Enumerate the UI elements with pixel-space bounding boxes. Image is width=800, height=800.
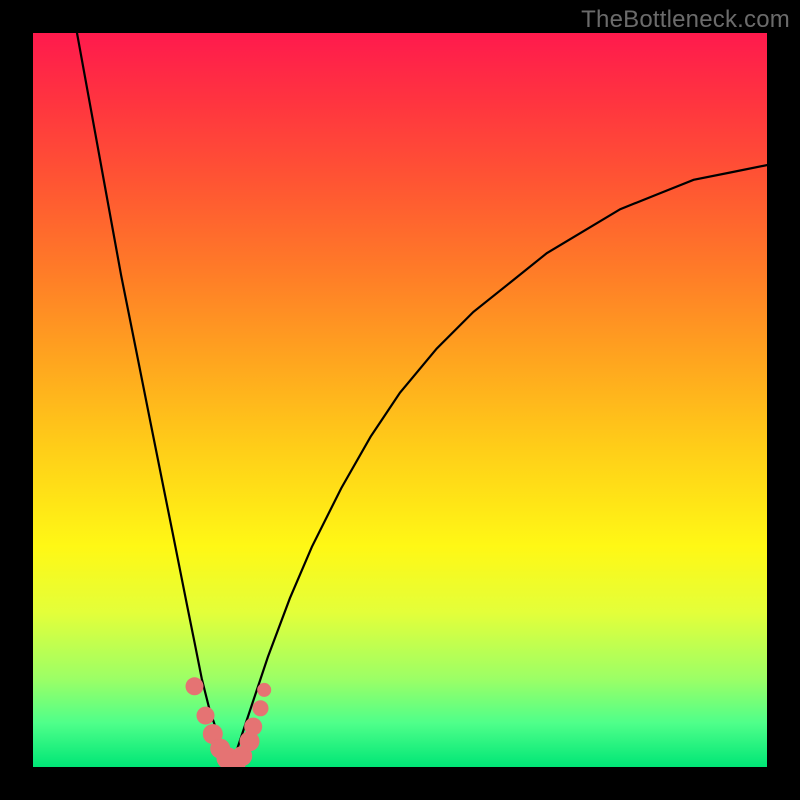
plot-area	[33, 33, 767, 767]
watermark-text: TheBottleneck.com	[581, 6, 790, 34]
curve-marker	[244, 718, 262, 736]
curve-svg	[33, 33, 767, 767]
curve-markers	[186, 677, 272, 767]
chart-frame: TheBottleneck.com	[0, 0, 800, 800]
curve-marker	[253, 700, 269, 716]
bottleneck-curve-right	[231, 165, 767, 767]
curve-marker	[197, 707, 215, 725]
curve-marker	[257, 683, 271, 697]
curve-marker	[186, 677, 204, 695]
bottleneck-curve-left	[77, 33, 231, 767]
